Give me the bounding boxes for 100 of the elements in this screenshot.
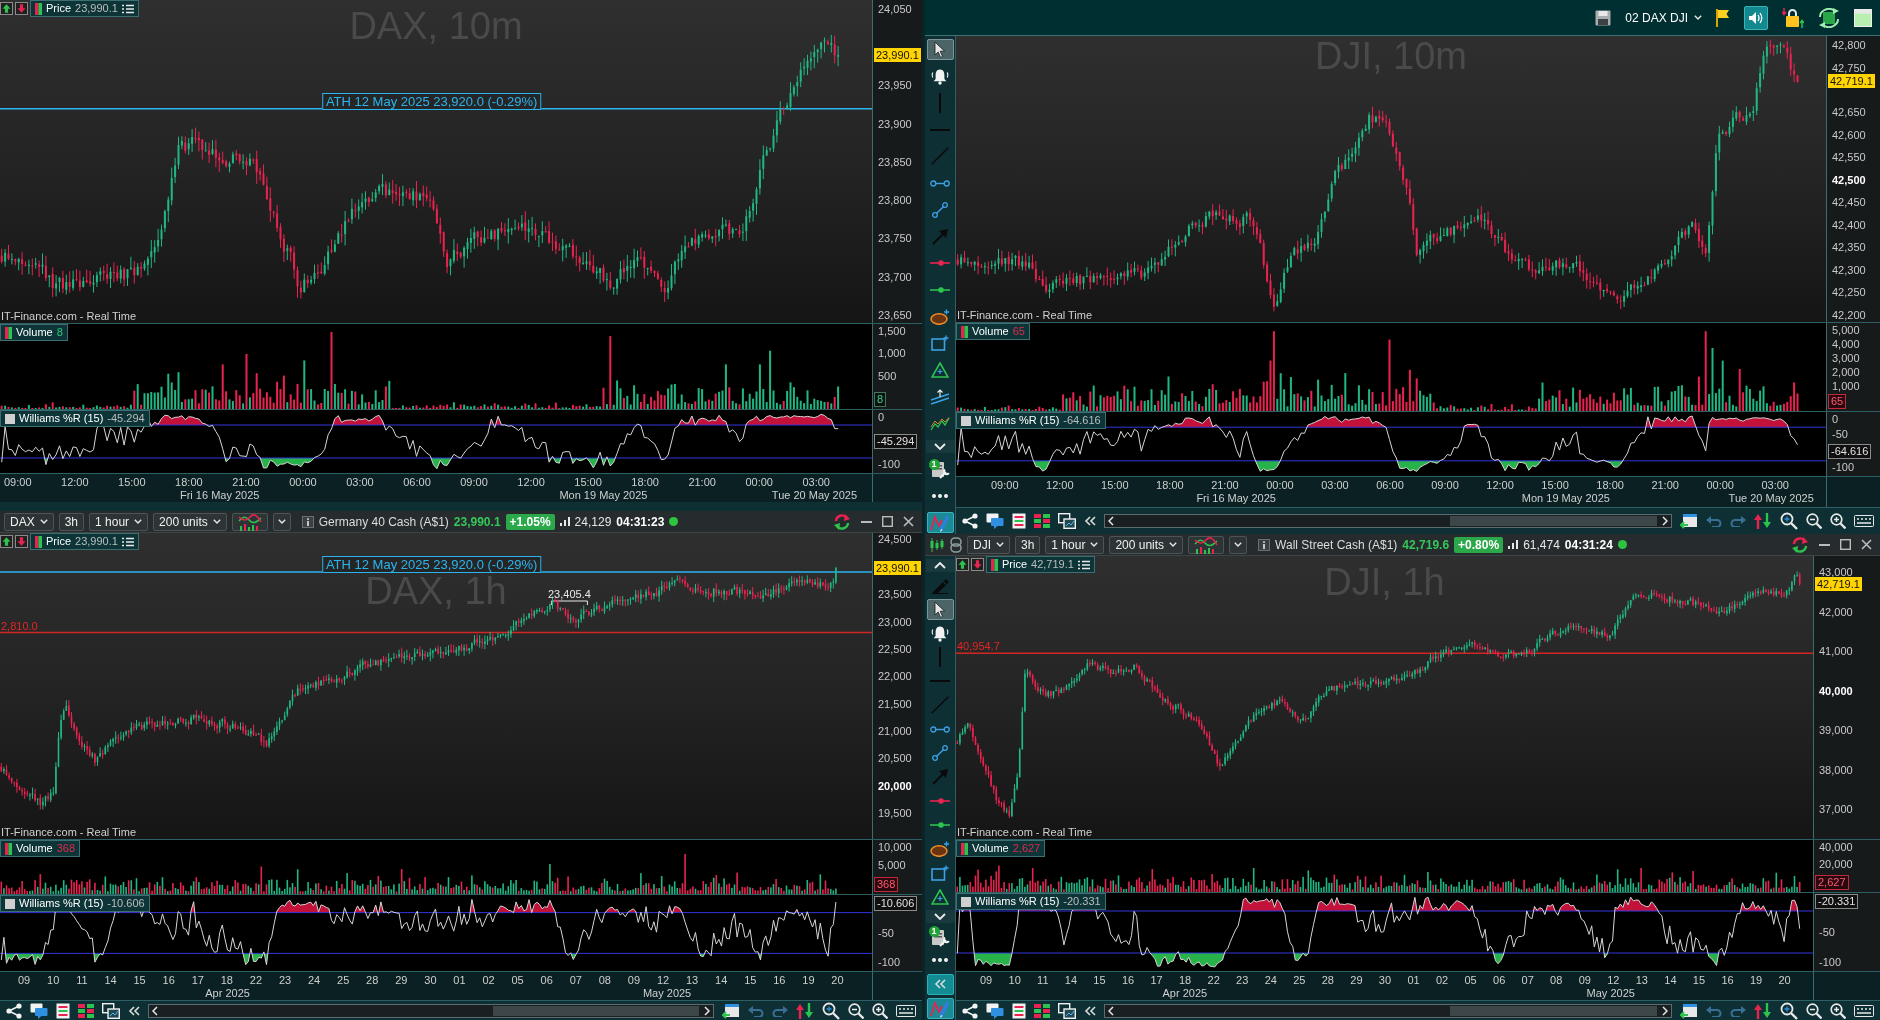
arrow-up-icon[interactable]	[956, 558, 969, 571]
span-button[interactable]: 3h	[1015, 535, 1041, 554]
arrow-up-icon[interactable]	[0, 535, 13, 548]
info-icon[interactable]	[1258, 538, 1271, 551]
units-dropdown[interactable]: 200 units	[153, 512, 227, 531]
double-chevron-left-icon[interactable]	[128, 1005, 140, 1016]
candlestick-icon[interactable]	[929, 536, 945, 553]
windows-icon[interactable]	[1058, 1002, 1076, 1019]
double-chevron-left-icon[interactable]	[1084, 1005, 1096, 1016]
layout-dropdown[interactable]: 02 DAX DJI	[1625, 10, 1702, 25]
keyboard-icon[interactable]	[896, 1004, 916, 1017]
chart-style-dropdown[interactable]	[272, 512, 291, 531]
scrollbar-thumb[interactable]	[1449, 1005, 1657, 1016]
chevron-left-icon[interactable]	[1108, 1005, 1114, 1016]
chevron-right-icon[interactable]	[1662, 1005, 1668, 1016]
chevron-right-icon[interactable]	[704, 1005, 710, 1016]
undo-icon[interactable]	[1706, 515, 1722, 527]
swap-arrows-icon[interactable]	[796, 1001, 814, 1020]
scrollbar-thumb[interactable]	[492, 1005, 699, 1016]
chart-style-button[interactable]	[231, 512, 268, 531]
span-button[interactable]: 3h	[58, 512, 85, 531]
windows-icon[interactable]	[1058, 513, 1076, 529]
chart-style-button[interactable]	[1188, 535, 1225, 554]
lock-icon[interactable]	[1782, 7, 1804, 28]
zoom-in-icon[interactable]	[1830, 513, 1846, 529]
symbol-dropdown[interactable]: DJI	[967, 535, 1010, 554]
symbol-dropdown[interactable]: DAX	[4, 512, 54, 531]
refresh-icon[interactable]	[833, 512, 851, 531]
arrow-down-icon[interactable]	[15, 535, 28, 548]
keyboard-icon[interactable]	[1854, 1004, 1874, 1017]
calendar-icon[interactable]	[1680, 512, 1698, 530]
tool-button[interactable]	[925, 439, 955, 453]
table-icon[interactable]	[1034, 1003, 1050, 1018]
share-icon[interactable]	[6, 1002, 22, 1019]
sound-button[interactable]	[1744, 5, 1768, 30]
document-icon[interactable]	[56, 1002, 70, 1019]
list-icon[interactable]	[121, 3, 134, 14]
double-chevron-left-icon[interactable]	[1084, 516, 1096, 526]
tool-button[interactable]	[926, 997, 954, 1019]
list-icon[interactable]	[1077, 559, 1090, 570]
save-icon[interactable]	[1595, 9, 1612, 26]
zoom-in-icon[interactable]	[872, 1002, 888, 1019]
zoom-out-icon[interactable]	[848, 1002, 864, 1019]
share-icon[interactable]	[962, 1002, 978, 1019]
table-icon[interactable]	[1034, 514, 1050, 528]
arrow-down-icon[interactable]	[15, 2, 28, 15]
link-icon[interactable]	[950, 536, 962, 553]
refresh-icon[interactable]	[1791, 535, 1809, 554]
windows-icon[interactable]	[102, 1002, 120, 1019]
chevron-right-icon[interactable]	[1662, 516, 1668, 526]
scrollbar[interactable]	[1104, 514, 1672, 528]
zoom-out-icon[interactable]	[1806, 1002, 1822, 1019]
info-icon[interactable]	[301, 515, 314, 528]
arrow-down-icon[interactable]	[971, 558, 984, 571]
chat-icon[interactable]	[30, 1002, 48, 1019]
chart-style-dropdown[interactable]	[1229, 535, 1248, 554]
chat-icon[interactable]	[986, 513, 1004, 529]
swap-arrows-icon[interactable]	[1754, 512, 1772, 530]
zoom-fit-icon[interactable]	[1780, 1001, 1798, 1020]
interval-dropdown[interactable]: 1 hour	[1045, 535, 1105, 554]
close-icon[interactable]	[903, 516, 914, 527]
list-icon[interactable]	[121, 536, 134, 547]
chevron-left-icon[interactable]	[152, 1005, 158, 1016]
tool-button[interactable]	[926, 598, 954, 620]
scrollbar[interactable]	[1104, 1003, 1672, 1018]
tool-button[interactable]	[925, 559, 955, 572]
chevron-left-icon[interactable]	[1108, 516, 1114, 526]
scrollbar-thumb[interactable]	[1449, 516, 1657, 526]
document-icon[interactable]	[1012, 1002, 1026, 1019]
scrollbar[interactable]	[148, 1003, 714, 1018]
tool-button[interactable]	[926, 511, 954, 533]
calendar-icon[interactable]	[722, 1001, 740, 1020]
redo-icon[interactable]	[1730, 515, 1746, 527]
redo-icon[interactable]	[772, 1004, 788, 1017]
cycle-arrows-icon[interactable]	[1818, 7, 1840, 28]
close-icon[interactable]	[1861, 539, 1872, 550]
minimize-icon[interactable]	[861, 520, 872, 523]
window-icon[interactable]	[1854, 8, 1872, 27]
calendar-icon[interactable]	[1680, 1001, 1698, 1020]
swap-arrows-icon[interactable]	[1754, 1001, 1772, 1020]
undo-icon[interactable]	[1706, 1004, 1722, 1017]
tool-button[interactable]	[925, 910, 955, 924]
interval-dropdown[interactable]: 1 hour	[89, 512, 149, 531]
zoom-in-icon[interactable]	[1830, 1002, 1846, 1019]
undo-icon[interactable]	[748, 1004, 764, 1017]
zoom-fit-icon[interactable]	[822, 1001, 840, 1020]
minimize-icon[interactable]	[1819, 543, 1830, 546]
arrow-up-icon[interactable]	[0, 2, 13, 15]
units-dropdown[interactable]: 200 units	[1109, 535, 1184, 554]
zoom-out-icon[interactable]	[1806, 513, 1822, 529]
maximize-icon[interactable]	[1840, 539, 1851, 550]
chat-icon[interactable]	[986, 1002, 1004, 1019]
maximize-icon[interactable]	[882, 516, 893, 527]
table-icon[interactable]	[78, 1003, 94, 1018]
share-icon[interactable]	[962, 513, 978, 529]
tool-button[interactable]	[926, 973, 954, 995]
keyboard-icon[interactable]	[1854, 515, 1874, 527]
redo-icon[interactable]	[1730, 1004, 1746, 1017]
flag-icon[interactable]	[1716, 8, 1730, 27]
zoom-fit-icon[interactable]	[1780, 512, 1798, 530]
